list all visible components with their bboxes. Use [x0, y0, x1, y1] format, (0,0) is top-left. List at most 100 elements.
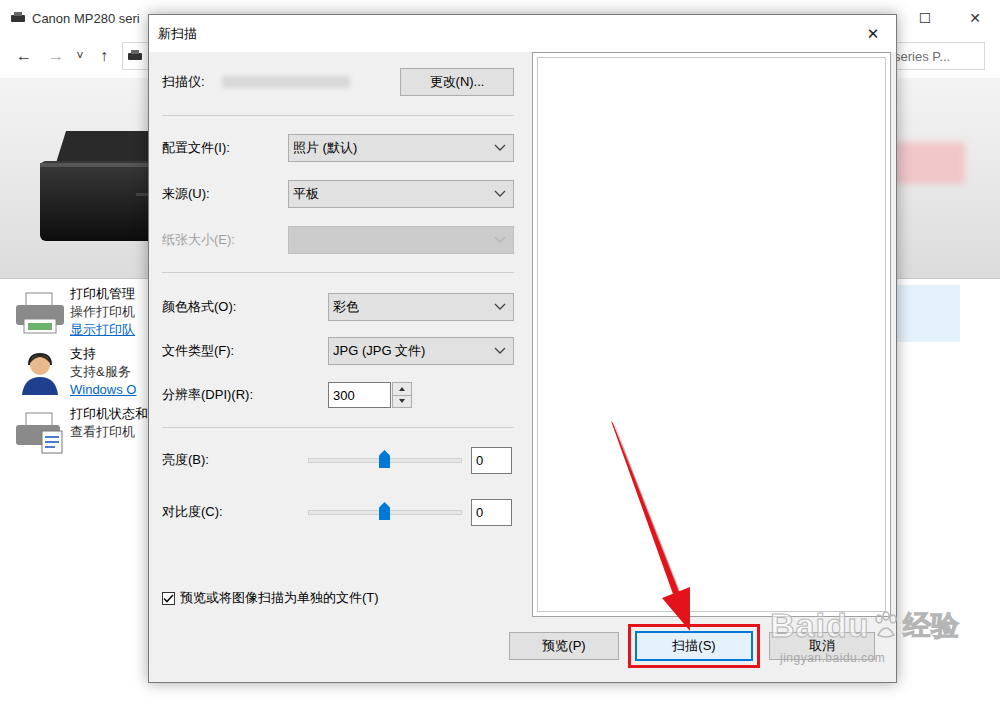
separate-files-checkbox-row[interactable]: 预览或将图像扫描为单独的文件(T): [162, 589, 514, 607]
desktop: Canon MP280 seri ☐✕ ← →˅↑ series P... 打印机管理操作…: [0, 0, 1000, 709]
watermark-logo: Baidu 经验: [770, 606, 959, 645]
preview-pane: [532, 52, 891, 617]
task-text: 打印机管理操作打印机显示打印队: [70, 285, 135, 339]
task-description: 查看打印机: [70, 423, 148, 441]
watermark-brand: Baidu: [770, 606, 869, 645]
task-title: 支持: [70, 345, 136, 363]
chevron-down-icon: [494, 303, 506, 311]
search-text: series P...: [894, 49, 950, 64]
dropdown: [288, 226, 514, 254]
search-box[interactable]: series P...: [891, 42, 985, 70]
chevron-down-icon: [494, 190, 506, 198]
select-row: 来源(U): 平板: [162, 180, 514, 208]
chevron-down-icon: [494, 236, 506, 244]
task-link[interactable]: Windows O: [70, 381, 136, 399]
scanner-name-blurred: [222, 76, 350, 88]
field-label: 颜色格式(O):: [162, 298, 328, 316]
dropdown[interactable]: 照片 (默认): [288, 134, 514, 162]
slider-value-input[interactable]: 0: [471, 499, 512, 526]
separator: [162, 115, 514, 116]
dropdown[interactable]: JPG (JPG 文件): [328, 337, 514, 365]
scanner-label: 扫描仪:: [162, 73, 222, 91]
task-item[interactable]: 支持支持&服务Windows O: [14, 345, 148, 399]
field-label: 文件类型(F):: [162, 342, 328, 360]
settings-section: 亮度(B): 0 对比度(C): 0: [162, 428, 514, 526]
window-title: Canon MP280 seri: [32, 11, 140, 26]
select-row: 纸张大小(E):: [162, 226, 514, 254]
settings-section: 配置文件(I): 照片 (默认) 来源(U): 平板纸张大小(E):: [162, 116, 514, 254]
dropdown-value: 彩色: [333, 298, 359, 316]
task-link[interactable]: 显示打印队: [70, 321, 135, 339]
slider-value-input[interactable]: 0: [471, 447, 512, 474]
up-arrow-icon: [399, 387, 405, 391]
dialog-button[interactable]: 扫描(S): [635, 631, 753, 661]
watermark-suffix: 经验: [903, 607, 959, 645]
resolution-spinner: 300: [328, 382, 412, 408]
chevron-down-icon: [494, 347, 506, 355]
separator: [162, 427, 514, 428]
dialog-buttons: 预览(P) 扫描(S) 取消: [149, 624, 896, 668]
resolution-input[interactable]: 300: [328, 382, 391, 408]
dropdown-value: 照片 (默认): [293, 139, 357, 157]
task-item[interactable]: 打印机状态和查看打印机: [14, 405, 148, 455]
settings-panel: 扫描仪: 更改(N)... 配置文件(I): 照片 (默认) 来源(U): 平板纸张大小(…: [149, 52, 532, 617]
forward-button[interactable]: →: [44, 47, 68, 65]
slider-row: 亮度(B): 0: [162, 446, 514, 474]
title-button[interactable]: ✕: [950, 10, 1000, 26]
slider[interactable]: [308, 448, 462, 472]
slider[interactable]: [308, 500, 462, 524]
spin-up-button[interactable]: [393, 383, 411, 396]
back-button[interactable]: ←: [12, 47, 36, 65]
spin-buttons: [392, 382, 412, 408]
select-row: 配置文件(I): 照片 (默认): [162, 134, 514, 162]
watermark-url: jingyan.baidu.com: [780, 651, 885, 665]
printer-icon: [10, 11, 26, 25]
task-list: 打印机管理操作打印机显示打印队支持支持&服务Windows O 打印机状态和查看打…: [0, 285, 148, 455]
title-button[interactable]: ☐: [900, 10, 950, 26]
up-button[interactable]: ↑: [92, 47, 116, 65]
close-button[interactable]: ✕: [850, 25, 896, 43]
separator: [162, 272, 514, 273]
checkbox-label: 预览或将图像扫描为单独的文件(T): [180, 589, 379, 607]
field-label: 亮度(B):: [162, 451, 308, 469]
dialog-button[interactable]: 预览(P): [509, 632, 619, 660]
chevron-down-icon: [494, 144, 506, 152]
spinner-row: 分辨率(DPI)(R):300: [162, 381, 514, 409]
task-title: 打印机状态和: [70, 405, 148, 423]
slider-thumb[interactable]: [379, 450, 390, 468]
spin-down-button[interactable]: [393, 396, 411, 408]
checkmark-icon: [163, 594, 174, 603]
field-label: 纸张大小(E):: [162, 231, 288, 249]
history-dropdown[interactable]: ˅: [68, 49, 92, 63]
field-label: 对比度(C):: [162, 503, 308, 521]
select-row: 文件类型(F): JPG (JPG 文件): [162, 337, 514, 365]
new-scan-dialog: 新扫描✕扫描仪:更改(N)...配置文件(I):照片 (默认)来源(U):平板纸…: [148, 14, 897, 683]
dropdown-value: JPG (JPG 文件): [333, 342, 425, 360]
printer-icon: [127, 49, 143, 63]
preview-area: [537, 57, 886, 612]
button-wrapper: 扫描(S): [628, 624, 760, 668]
slider-thumb[interactable]: [379, 502, 390, 520]
button-wrapper: 取消: [766, 625, 878, 667]
slider-row: 对比度(C): 0: [162, 498, 514, 526]
printer-status-icon: [14, 411, 66, 455]
field-label: 来源(U):: [162, 185, 288, 203]
button-wrapper: 预览(P): [506, 625, 622, 667]
task-item[interactable]: 打印机管理操作打印机显示打印队: [14, 285, 148, 339]
red-arrow-icon: [0, 0, 1000, 709]
down-arrow-icon: [399, 399, 405, 403]
dropdown[interactable]: 平板: [288, 180, 514, 208]
printer-icon: [14, 291, 66, 335]
dropdown[interactable]: 彩色: [328, 293, 514, 321]
task-text: 支持支持&服务Windows O: [70, 345, 136, 399]
dialog-button[interactable]: 取消: [769, 632, 875, 660]
baidu-watermark: Baidu 经验 jingyan.baidu.com: [770, 606, 959, 665]
blurred-image: [895, 142, 965, 184]
change-button[interactable]: 更改(N)...: [400, 68, 514, 96]
dropdown-value: 平板: [293, 185, 319, 203]
field-label: 配置文件(I):: [162, 139, 288, 157]
support-person-icon: [14, 351, 66, 395]
field-label: 分辨率(DPI)(R):: [162, 386, 328, 404]
checkbox[interactable]: [162, 592, 175, 605]
paw-icon: [871, 611, 901, 641]
